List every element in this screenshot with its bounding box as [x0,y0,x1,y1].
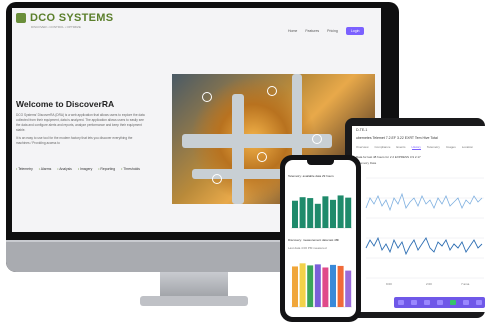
telemetry-series-upper [365,192,483,212]
tablet-telemetry-line-chart: 9:00 2:00 7:ama [365,177,484,286]
bar [307,265,314,307]
feature-thresholds: Thresholds [121,167,140,171]
control-button[interactable] [462,300,469,305]
bar [314,264,321,307]
tab-compliance[interactable]: Compliance [375,145,391,150]
bar [292,266,298,307]
phone-bar-chart-1 [291,195,352,229]
bar [322,196,329,228]
phone-notch [307,160,334,165]
bar [345,270,352,307]
bar [337,265,344,307]
feature-imagery: Imagery [78,167,92,171]
hero-description: DCO Systems' DiscoverRA (DRA) is a web a… [16,113,146,146]
bar [330,199,336,228]
feature-analysis: Analysis [57,167,72,171]
tablet-header: D-TE-1 [356,128,368,132]
tablet-playback-controls [394,297,485,308]
bar [330,264,336,307]
tab-images[interactable]: Images [446,145,456,150]
play-button[interactable] [449,300,456,305]
control-button[interactable] [423,300,430,305]
bar [345,197,352,228]
logo-icon [16,13,26,23]
page-title: Welcome to DiscoverRA [16,99,115,109]
monitor-stand-base [140,296,248,306]
brand-name: DCO SYSTEMS [30,12,114,24]
control-button[interactable] [436,300,443,305]
bar [322,267,329,307]
x-tick-3: 7:ama [461,282,470,286]
feature-alarms: Alarms [39,167,52,171]
x-tick-2: 2:00 [426,282,432,286]
tablet-title: ubernetes Telemet 7.2.EF 3.22 EXRT Tem H… [356,136,438,140]
tab-events[interactable]: Events [396,145,405,150]
control-button[interactable] [475,300,482,305]
x-tick-1: 9:00 [386,282,392,286]
bar [307,198,314,228]
hero-paragraph-2: It is an easy to use tool for the modern… [16,136,133,145]
bar [314,203,321,228]
top-nav: Home Features Pricing Login [288,27,365,35]
phone-bar-chart-2 [291,263,352,308]
nav-item-home[interactable]: Home [288,29,297,33]
telemetry-series-lower [365,236,483,256]
nav-item-features[interactable]: Features [305,29,319,33]
brand-logo[interactable]: DCO SYSTEMS [16,12,113,24]
phone-chart2-title: Discovery: measurement data last 48h [288,238,340,242]
phone-screen: Telemetry: available data 29 hours Disco… [285,160,356,317]
phone-chart2-subtitle: Last data 4:00 PM measured [288,246,327,250]
feature-list: Telemetry Alarms Analysis Imagery Report… [16,167,176,171]
tab-history[interactable]: History [411,145,421,150]
tablet-subtitle: Data for last 48 hours for 2 2 EXPRESS 3… [356,155,421,159]
monitor-stand [160,272,228,298]
tab-overview[interactable]: Overview [356,145,369,150]
phone-chart1-title: Telemetry: available data 29 hours [288,174,334,178]
bar [299,197,306,228]
bar [299,263,306,307]
tab-location[interactable]: Location [462,145,473,150]
tab-telemetry[interactable]: Telemetry [427,145,440,150]
brand-tagline: DISCOVER • CONTROL • OPTIMIZE [31,25,81,29]
feature-telemetry: Telemetry [16,167,33,171]
nav-item-pricing[interactable]: Pricing [327,29,338,33]
bar [337,195,344,228]
bar [292,200,298,228]
control-button[interactable] [410,300,417,305]
feature-reporting: Reporting [98,167,115,171]
hero-paragraph-1: DCO Systems' DiscoverRA (DRA) is a web a… [16,113,145,132]
login-button[interactable]: Login [345,27,365,35]
control-button[interactable] [397,300,404,305]
tablet-tabs: Overview Compliance Events History Telem… [356,145,473,150]
